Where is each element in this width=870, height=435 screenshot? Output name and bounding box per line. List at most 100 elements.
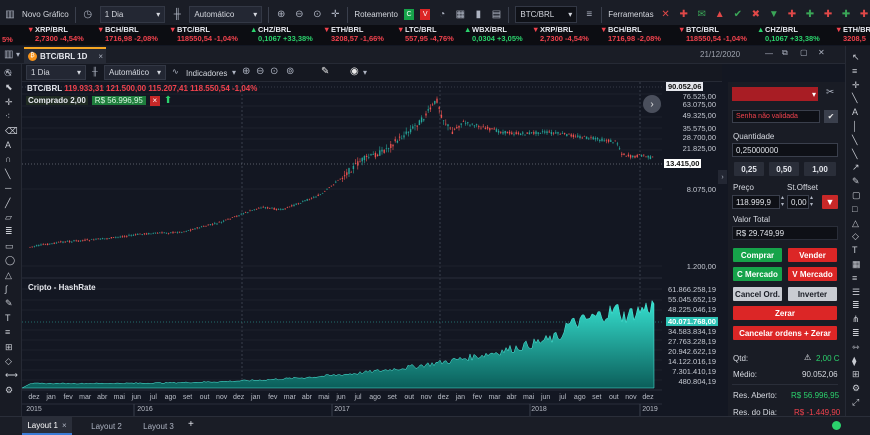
zoom-icon[interactable]: ⊞ bbox=[852, 369, 860, 380]
restore-icon[interactable]: ⧉ bbox=[782, 48, 788, 58]
gann-icon[interactable]: ⊞ bbox=[5, 342, 13, 353]
zoom-in-icon[interactable]: ⊕ bbox=[242, 66, 250, 77]
channel-icon[interactable]: ≣ bbox=[852, 300, 860, 311]
stop-offset-field[interactable]: 0,00 bbox=[787, 195, 809, 209]
text-icon[interactable]: A bbox=[5, 140, 11, 150]
scissors-icon[interactable]: ✂ bbox=[826, 87, 834, 98]
text-icon[interactable]: A bbox=[852, 107, 858, 117]
quick-qty-2-button[interactable]: 0,50 bbox=[769, 162, 799, 176]
triangle-icon[interactable]: △ bbox=[852, 218, 859, 229]
buy-route-icon[interactable]: C bbox=[403, 9, 415, 20]
tool-5-icon[interactable]: ✔ bbox=[732, 8, 744, 21]
rectangle-icon[interactable]: ▢ bbox=[852, 190, 861, 201]
ticker-item[interactable]: ▼ BTC/BRL 118550,54 -1,04% bbox=[169, 25, 238, 45]
zoom-out-icon[interactable]: ⊖ bbox=[256, 66, 264, 77]
list-tool-icon[interactable]: ≡ bbox=[5, 327, 10, 337]
chevron-down-icon[interactable]: ▾ bbox=[363, 68, 367, 77]
roteamento-label[interactable]: Roteamento bbox=[354, 10, 398, 19]
shape-icon[interactable]: ◇ bbox=[852, 231, 859, 242]
buy-button[interactable]: Comprar bbox=[733, 248, 782, 262]
sell-route-icon[interactable]: V bbox=[420, 9, 431, 20]
tool-6-icon[interactable]: ✖ bbox=[750, 8, 762, 21]
pen-icon[interactable]: ✎ bbox=[852, 176, 860, 187]
quick-qty-3-button[interactable]: 1,00 bbox=[804, 162, 836, 176]
ferramentas-label[interactable]: Ferramentas bbox=[608, 10, 653, 19]
signature-field[interactable]: Senha não validada bbox=[732, 110, 820, 123]
clock-icon[interactable]: ◷ bbox=[4, 67, 12, 78]
crosshair-icon[interactable]: ✛ bbox=[852, 80, 860, 91]
arrow-icon[interactable]: ↗ bbox=[852, 162, 860, 173]
magnet-icon[interactable]: ⊚ bbox=[286, 66, 294, 77]
price-field[interactable]: 118.999,9 bbox=[732, 195, 780, 209]
asset-select[interactable]: ▾ bbox=[732, 87, 818, 101]
ticker-item[interactable]: ▲ WBX/BRL 0,0304 +3,05% bbox=[464, 25, 523, 45]
zoom-reset-icon[interactable]: ⊙ bbox=[311, 8, 323, 21]
measure-icon[interactable]: ⇿ bbox=[852, 342, 860, 353]
chart-type-icon[interactable]: ▥ bbox=[4, 49, 13, 60]
cursor-icon[interactable]: ↖ bbox=[852, 52, 860, 63]
dot-cursor-icon[interactable]: ⁖ bbox=[5, 111, 10, 122]
grid-icon[interactable]: ▦ bbox=[852, 259, 861, 270]
fib-icon[interactable]: ≣ bbox=[852, 328, 860, 339]
measure-icon[interactable]: ⟷ bbox=[5, 370, 18, 381]
pattern-icon[interactable]: ⧫ bbox=[852, 356, 856, 367]
tool-4-icon[interactable]: ▲ bbox=[714, 8, 726, 21]
pattern-icon[interactable]: ◇ bbox=[5, 356, 12, 367]
indicators-icon[interactable]: ∿ bbox=[172, 67, 179, 76]
ticker-item[interactable]: ▼ BCH/BRL 1716,98 -2,08% bbox=[600, 25, 661, 45]
sell-button[interactable]: Vender bbox=[788, 248, 837, 262]
ticker-item[interactable]: ▼ BTC/BRL 118550,54 -1,04% bbox=[678, 25, 747, 45]
arrow-up-icon[interactable]: ⬆ bbox=[164, 95, 172, 106]
cursor-arrow-icon[interactable]: ⬉ bbox=[5, 82, 13, 93]
table-icon[interactable]: ▤ bbox=[490, 8, 502, 21]
quick-qty-1-button[interactable]: 0,25 bbox=[734, 162, 764, 176]
text-tool-icon[interactable]: T bbox=[5, 313, 11, 323]
settings-icon[interactable]: ⚙ bbox=[852, 383, 860, 394]
expand-icon[interactable]: ⤢ bbox=[852, 397, 859, 408]
pen-icon[interactable]: ✎ bbox=[321, 66, 329, 77]
ticker-item[interactable]: ▲ CHZ/BRL 0,1067 +33,38% bbox=[250, 25, 313, 45]
zoom-reset-icon[interactable]: ⊙ bbox=[270, 66, 278, 77]
close-icon[interactable]: × bbox=[62, 421, 67, 430]
ticker-item[interactable]: ▼ ETH/BRL 3208,57 -1,66% bbox=[323, 25, 384, 45]
pitchfork-icon[interactable]: ⋔ bbox=[852, 314, 860, 325]
tool-3-icon[interactable]: ✉ bbox=[696, 8, 708, 21]
signature-confirm-button[interactable]: ✔ bbox=[824, 110, 838, 123]
list-icon[interactable]: ≡ bbox=[583, 8, 595, 21]
zoom-out-icon[interactable]: ⊖ bbox=[293, 8, 305, 21]
layout-tab-1[interactable]: Layout 1 × bbox=[22, 417, 72, 435]
ticker-item[interactable]: ▼ XRP/BRL 2,7300 -4,54% bbox=[532, 25, 589, 45]
price-stepper-icon[interactable]: ▴ ▾ bbox=[781, 195, 784, 209]
ticker-item[interactable]: ▼ BCH/BRL 1716,98 -2,08% bbox=[97, 25, 158, 45]
tool-2-icon[interactable]: ✚ bbox=[678, 8, 690, 21]
chart-icon[interactable]: ▥ bbox=[4, 8, 16, 21]
new-chart-button[interactable]: Novo Gráfico bbox=[22, 10, 69, 19]
ticker-item[interactable]: ▼ETH/BRL3208,5 bbox=[835, 25, 870, 45]
layout-tab-3[interactable]: Layout 3 bbox=[136, 417, 181, 435]
hlines-icon[interactable]: ≡ bbox=[852, 273, 857, 283]
square-icon[interactable]: □ bbox=[852, 204, 857, 214]
indicators-button[interactable]: Indicadores bbox=[186, 69, 227, 78]
price-chart[interactable] bbox=[22, 82, 728, 416]
layout-tab-2[interactable]: Layout 2 bbox=[84, 417, 129, 435]
cancel-all-zero-button[interactable]: Cancelar ordens + Zerar bbox=[733, 326, 837, 340]
fib-icon[interactable]: ≣ bbox=[5, 226, 13, 237]
lines-icon[interactable]: ☰ bbox=[852, 287, 860, 298]
bars-icon[interactable]: ▮ bbox=[472, 8, 484, 21]
zoom-in-icon[interactable]: ⊕ bbox=[275, 8, 287, 21]
mode-select[interactable]: Automático ▾ bbox=[189, 6, 263, 23]
text-tool-icon[interactable]: T bbox=[852, 245, 858, 255]
tool-12-icon[interactable]: ✚ bbox=[858, 8, 870, 21]
zero-button[interactable]: Zerar bbox=[733, 306, 837, 320]
sell-market-button[interactable]: V Mercado bbox=[788, 267, 837, 281]
ticker-item[interactable]: ▼ XRP/BRL 2,7300 -4,54% bbox=[27, 25, 84, 45]
minimize-icon[interactable]: — bbox=[765, 49, 773, 58]
circle-icon[interactable]: ◯ bbox=[5, 255, 15, 266]
line-icon[interactable]: │ bbox=[852, 121, 858, 131]
close-icon[interactable]: × bbox=[149, 95, 160, 106]
tool-7-icon[interactable]: ▼ bbox=[768, 8, 780, 21]
tool-9-icon[interactable]: ✚ bbox=[804, 8, 816, 21]
chevron-down-icon[interactable]: ▾ bbox=[232, 68, 236, 77]
tool-1-icon[interactable]: ✕ bbox=[660, 8, 672, 21]
chart-interval-select[interactable]: 1 Dia ▾ bbox=[26, 65, 86, 80]
